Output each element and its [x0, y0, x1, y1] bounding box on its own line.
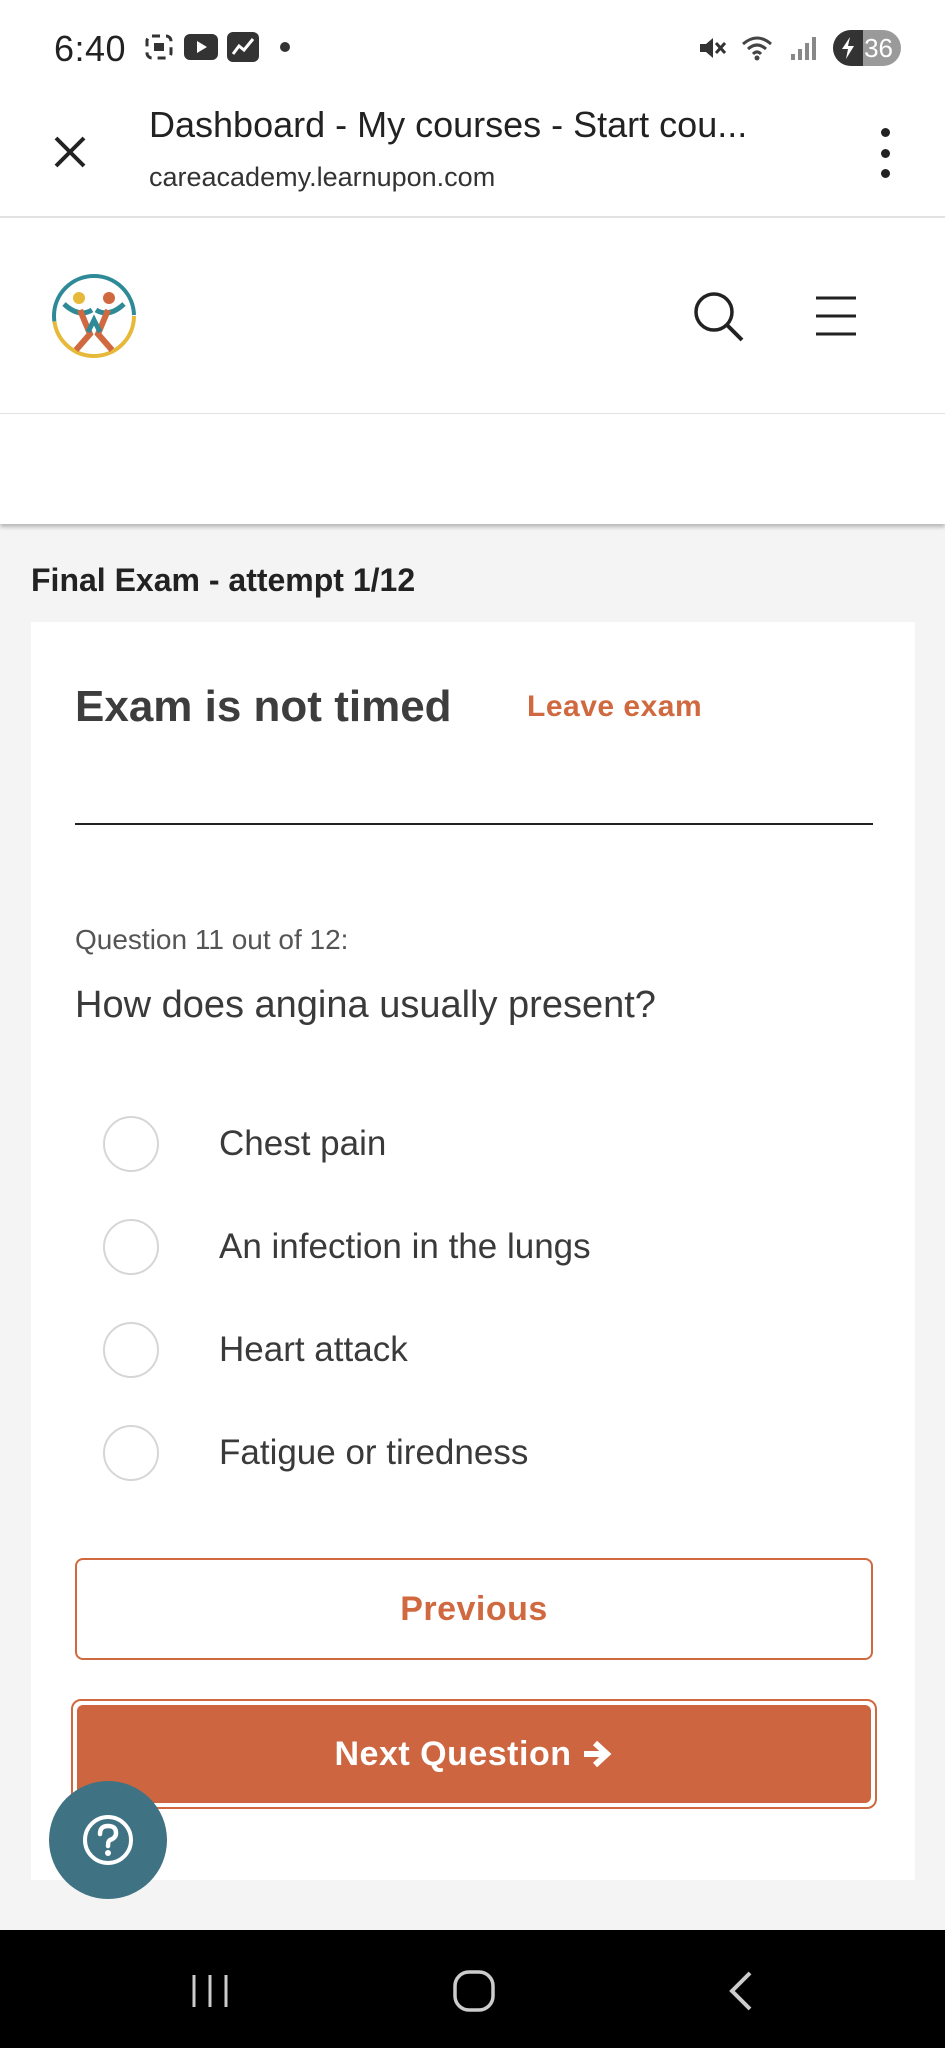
wifi-icon: [741, 33, 775, 63]
more-options-icon: [880, 128, 890, 137]
arrow-right-icon: [581, 1739, 613, 1769]
battery-indicator: 36: [833, 30, 901, 66]
screenshot-icon: [142, 32, 176, 62]
home-icon: [453, 1970, 495, 2012]
search-icon: [694, 292, 744, 342]
radio-button[interactable]: [103, 1116, 159, 1172]
help-button[interactable]: [49, 1781, 167, 1899]
answer-label: Chest pain: [219, 1124, 387, 1163]
hamburger-menu-icon: [816, 296, 856, 336]
battery-level: 36: [864, 32, 893, 63]
charging-icon: [833, 30, 863, 66]
radio-button[interactable]: [103, 1425, 159, 1481]
close-icon: [54, 136, 86, 168]
menu-button[interactable]: [812, 290, 864, 342]
search-button[interactable]: [690, 288, 746, 344]
next-question-label: Next Question: [334, 1734, 572, 1773]
answer-option[interactable]: An infection in the lungs: [103, 1215, 591, 1279]
home-button[interactable]: [444, 1966, 504, 2016]
exam-heading: Final Exam - attempt 1/12: [31, 562, 416, 598]
activity-icon: [226, 32, 260, 62]
answer-label: An infection in the lungs: [219, 1227, 591, 1266]
question-number: Question 11 out of 12:: [75, 924, 349, 955]
radio-button[interactable]: [103, 1322, 159, 1378]
recent-apps-icon: [192, 1975, 228, 2007]
back-button[interactable]: [710, 1966, 770, 2016]
answer-label: Fatigue or tiredness: [219, 1433, 529, 1472]
help-icon: [83, 1815, 133, 1865]
browser-page-title: Dashboard - My courses - Start cou...: [149, 104, 748, 145]
exam-card: Exam is not timed Leave exam Question 11…: [31, 622, 915, 1880]
next-question-button[interactable]: Next Question: [71, 1699, 877, 1809]
care-academy-logo[interactable]: [50, 272, 138, 360]
exam-timer-label: Exam is not timed: [75, 682, 452, 731]
status-bar: 6:40 36: [0, 0, 945, 82]
site-header: [0, 218, 945, 414]
browser-toolbar: Dashboard - My courses - Start cou... ca…: [0, 82, 945, 218]
question-text: How does angina usually present?: [75, 984, 656, 1026]
back-icon: [729, 1971, 752, 2011]
page: 6:40 36 Dashboard - My courses - Start c…: [0, 0, 945, 2048]
recent-apps-button[interactable]: [180, 1966, 240, 2016]
browser-menu-button[interactable]: [873, 128, 897, 178]
next-question-inner[interactable]: Next Question: [77, 1705, 871, 1803]
status-icons-right: 36: [695, 30, 901, 66]
answer-option[interactable]: Fatigue or tiredness: [103, 1421, 528, 1485]
sub-header-bar: [0, 414, 945, 524]
close-tab-button[interactable]: [44, 126, 96, 178]
signal-icon: [787, 33, 821, 63]
answer-option[interactable]: Chest pain: [103, 1112, 386, 1176]
answer-option[interactable]: Heart attack: [103, 1318, 408, 1382]
status-time: 6:40: [54, 28, 127, 69]
mute-icon: [695, 33, 729, 63]
youtube-icon: [184, 32, 218, 62]
status-icons-left: [142, 32, 302, 62]
browser-url[interactable]: careacademy.learnupon.com: [149, 162, 495, 193]
divider: [75, 823, 873, 825]
previous-label: Previous: [400, 1589, 548, 1628]
radio-button[interactable]: [103, 1219, 159, 1275]
answer-label: Heart attack: [219, 1330, 408, 1369]
notification-dot-icon: [268, 32, 302, 62]
system-navigation-bar: [0, 1930, 945, 2048]
leave-exam-link[interactable]: Leave exam: [527, 690, 702, 724]
previous-button[interactable]: Previous: [75, 1558, 873, 1660]
